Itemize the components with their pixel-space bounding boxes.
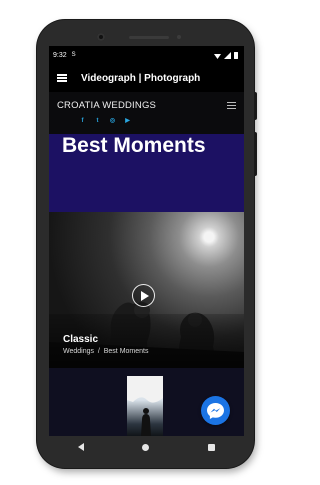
power-button <box>254 92 257 120</box>
earpiece-speaker <box>129 36 169 39</box>
breadcrumb-best-moments[interactable]: Best Moments <box>104 348 149 355</box>
app-bar: Videograph | Photograph <box>49 64 244 92</box>
status-time: 9:32 <box>53 51 67 59</box>
recent-apps-icon[interactable] <box>207 443 215 451</box>
instagram-icon[interactable]: ◎ <box>109 118 116 125</box>
phone-screen: 9:32 S Videograph | Photograph CROATIA W… <box>49 46 244 436</box>
messenger-chat-button[interactable] <box>201 396 230 425</box>
next-card-image[interactable] <box>127 376 163 436</box>
facebook-icon[interactable]: f <box>79 118 86 125</box>
wifi-icon <box>214 53 221 59</box>
breadcrumb-weddings[interactable]: Weddings <box>63 348 94 355</box>
site-brand[interactable]: CROATIA WEDDINGS <box>57 100 156 111</box>
app-title: Videograph | Photograph <box>81 72 201 84</box>
battery-icon <box>234 51 238 59</box>
social-links: f t ◎ ▶ <box>79 118 131 125</box>
home-icon[interactable] <box>142 443 150 451</box>
signal-icon <box>224 51 231 59</box>
breadcrumb-separator: / <box>97 348 100 355</box>
couple-photo-image <box>127 376 163 436</box>
volume-button <box>254 132 257 176</box>
page-title: Best Moments <box>62 134 206 157</box>
status-icons <box>214 51 238 59</box>
back-icon[interactable] <box>78 443 85 451</box>
status-bar: 9:32 S <box>49 46 244 64</box>
front-camera <box>97 33 105 41</box>
play-button[interactable] <box>132 284 155 307</box>
card-title[interactable]: Classic <box>63 334 98 345</box>
site-header: CROATIA WEDDINGS f t ◎ ▶ <box>49 92 244 134</box>
android-nav-bar <box>49 436 244 458</box>
twitter-icon[interactable]: t <box>94 118 101 125</box>
youtube-icon[interactable]: ▶ <box>124 118 131 125</box>
messenger-icon <box>207 403 224 419</box>
breadcrumb: Weddings / Best Moments <box>63 348 149 355</box>
status-badge: S <box>71 52 76 58</box>
proximity-sensor <box>177 35 181 39</box>
hero-banner: Best Moments <box>49 134 244 212</box>
menu-icon[interactable] <box>57 74 67 82</box>
site-menu-icon[interactable] <box>227 102 236 109</box>
